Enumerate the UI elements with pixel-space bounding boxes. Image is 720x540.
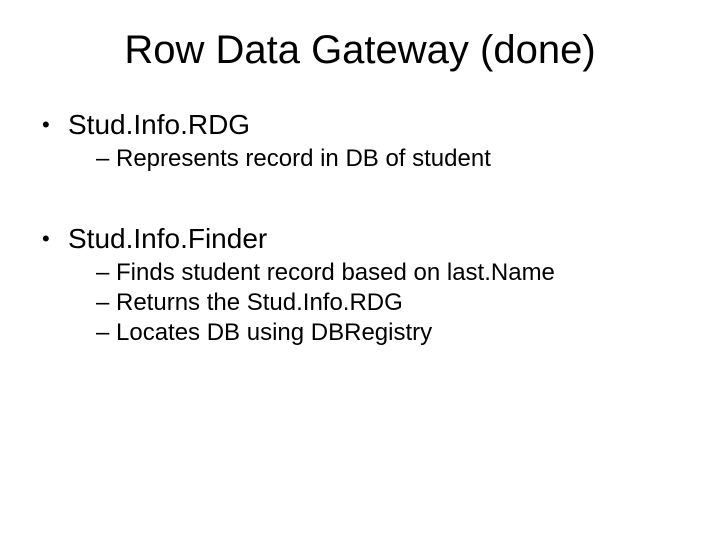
bullet-label: Stud.Info.Finder <box>68 223 267 254</box>
sub-bullet-list: Finds student record based on last.Name … <box>68 259 680 347</box>
slide-title: Row Data Gateway (done) <box>40 28 680 73</box>
bullet-list: Stud.Info.Finder Finds student record ba… <box>40 223 680 347</box>
slide: Row Data Gateway (done) Stud.Info.RDG Re… <box>0 0 720 540</box>
bullet-item: Stud.Info.RDG Represents record in DB of… <box>40 109 680 173</box>
bullet-list: Stud.Info.RDG Represents record in DB of… <box>40 109 680 173</box>
sub-bullet-list: Represents record in DB of student <box>68 145 680 173</box>
bullet-item: Stud.Info.Finder Finds student record ba… <box>40 223 680 347</box>
sub-bullet-item: Represents record in DB of student <box>96 145 680 173</box>
spacer <box>40 179 680 223</box>
sub-bullet-item: Locates DB using DBRegistry <box>96 319 680 347</box>
sub-bullet-item: Finds student record based on last.Name <box>96 259 680 287</box>
bullet-label: Stud.Info.RDG <box>68 109 250 140</box>
sub-bullet-item: Returns the Stud.Info.RDG <box>96 289 680 317</box>
